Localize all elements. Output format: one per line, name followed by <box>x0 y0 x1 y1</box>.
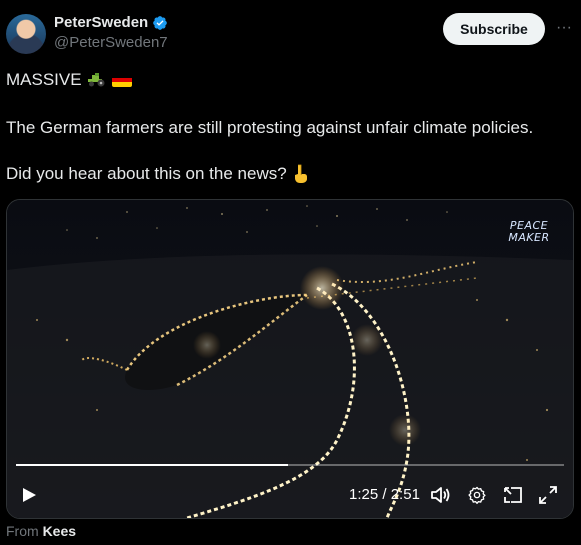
video-player[interactable]: PEACE MAKER 1:25 / 2:51 <box>6 199 574 519</box>
video-frame <box>7 200 573 518</box>
volume-icon[interactable] <box>430 486 450 504</box>
more-icon[interactable]: ··· <box>554 18 574 38</box>
attribution: From Kees <box>6 523 76 539</box>
video-progress-bar[interactable] <box>16 464 564 466</box>
video-watermark: PEACE MAKER <box>503 220 555 244</box>
pointing-down-emoji <box>294 164 307 183</box>
fullscreen-icon[interactable] <box>539 486 557 504</box>
post-text-line-1: MASSIVE <box>6 70 132 90</box>
video-duration: 2:51 <box>390 486 420 503</box>
watermark-line-2: MAKER <box>508 231 550 244</box>
play-icon[interactable] <box>21 487 37 503</box>
video-time-separator: / <box>382 486 387 503</box>
author-handle[interactable]: @PeterSweden7 <box>54 34 168 51</box>
video-controls: 1:25 / 2:51 <box>7 480 573 510</box>
post-header: PeterSweden @PeterSweden7 Subscribe ··· <box>6 8 576 56</box>
tractor-emoji <box>87 73 105 87</box>
settings-icon[interactable] <box>468 486 486 504</box>
video-time: 1:25 / 2:51 <box>349 486 420 503</box>
post-text-line-3: Did you hear about this on the news? <box>6 164 310 184</box>
post-text-massive: MASSIVE <box>6 70 82 89</box>
avatar[interactable] <box>6 14 46 54</box>
attribution-prefix: From <box>6 523 39 539</box>
video-progress-fill <box>16 464 289 466</box>
attribution-source-link[interactable]: Kees <box>43 523 76 539</box>
german-flag-emoji <box>111 73 132 87</box>
subscribe-button[interactable]: Subscribe <box>443 13 545 45</box>
video-current-time: 1:25 <box>349 486 379 503</box>
pip-icon[interactable] <box>503 486 523 504</box>
post-text-line-2: The German farmers are still protesting … <box>6 118 534 137</box>
author-name-row: PeterSweden <box>54 14 168 31</box>
author-name[interactable]: PeterSweden <box>54 14 148 31</box>
post-text-question: Did you hear about this on the news? <box>6 164 287 183</box>
verified-badge-icon <box>153 15 168 30</box>
